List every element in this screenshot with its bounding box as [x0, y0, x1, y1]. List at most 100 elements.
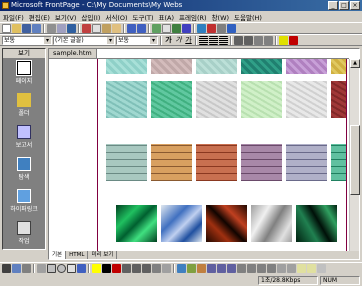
insert-table-icon[interactable] — [162, 23, 171, 33]
shadow-icon[interactable] — [152, 264, 161, 273]
view-reports[interactable]: 보고서 — [3, 125, 45, 149]
preview-icon[interactable] — [57, 23, 66, 33]
autoshapes-icon[interactable] — [37, 264, 46, 273]
menu-tools[interactable]: 도구(T) — [132, 12, 155, 22]
menu-file[interactable]: 파일(F) — [2, 12, 25, 22]
view-page[interactable]: 페이지 — [3, 60, 45, 85]
undo-icon[interactable] — [127, 23, 136, 33]
bold-icon[interactable]: 가 — [164, 36, 173, 45]
texture-tile[interactable] — [331, 59, 346, 74]
redo-icon[interactable] — [137, 23, 146, 33]
texture-tile[interactable] — [151, 144, 192, 181]
texture-tile[interactable] — [161, 205, 202, 242]
rotate-right-icon[interactable] — [247, 264, 256, 273]
texture-tile[interactable] — [206, 205, 247, 242]
rotate-icon[interactable] — [22, 264, 31, 273]
less-contrast-icon[interactable] — [287, 264, 296, 273]
picture-from-file-icon[interactable] — [177, 264, 186, 273]
texture-tile[interactable] — [106, 144, 147, 181]
print-icon[interactable] — [47, 23, 56, 33]
new-page-icon[interactable] — [2, 23, 11, 33]
texture-tile[interactable] — [151, 81, 192, 118]
auto-thumbnail-icon[interactable] — [197, 264, 206, 273]
vertical-scrollbar[interactable]: ▲ — [349, 59, 360, 255]
view-navigation[interactable]: 탐색 — [3, 157, 45, 181]
view-tasks[interactable]: 작업 — [3, 221, 45, 245]
textbox-tool-icon[interactable] — [67, 264, 76, 273]
texture-tile[interactable] — [106, 59, 147, 74]
texture-tile[interactable] — [116, 205, 157, 242]
close-button[interactable]: × — [350, 1, 360, 10]
position-absolutely-icon[interactable] — [207, 264, 216, 273]
tab-preview[interactable]: 미리 보기 — [88, 251, 118, 259]
publish-icon[interactable] — [32, 23, 41, 33]
page-editor[interactable] — [97, 59, 347, 255]
texture-tile[interactable] — [286, 144, 327, 181]
texture-tile[interactable] — [196, 59, 237, 74]
menu-table[interactable]: 표(A) — [158, 12, 176, 22]
cut-icon[interactable] — [82, 23, 91, 33]
insert-picture-icon[interactable] — [172, 23, 181, 33]
texture-tile[interactable] — [241, 81, 282, 118]
send-backward-icon[interactable] — [227, 264, 236, 273]
dash-style-icon[interactable] — [132, 264, 141, 273]
numbering-icon[interactable] — [234, 35, 243, 45]
clipart-icon[interactable] — [187, 264, 196, 273]
scroll-up-icon[interactable]: ▲ — [350, 59, 360, 68]
style-dropdown[interactable]: 보통 — [2, 35, 52, 45]
select-icon[interactable] — [12, 264, 21, 273]
menu-help[interactable]: 도움말(H) — [233, 12, 263, 22]
crop-icon[interactable] — [317, 264, 326, 273]
highlight-color-icon[interactable] — [279, 35, 288, 45]
fill-color-icon[interactable] — [92, 264, 101, 273]
texture-tile[interactable] — [196, 144, 237, 181]
texture-tile[interactable] — [106, 81, 147, 118]
stop-icon[interactable] — [207, 23, 216, 33]
texture-tile[interactable] — [241, 59, 282, 74]
font-color-icon[interactable] — [289, 35, 298, 45]
font-size-dropdown[interactable]: 보통 — [116, 35, 158, 45]
texture-tile[interactable] — [196, 81, 237, 118]
menu-window[interactable]: 창(W) — [211, 12, 230, 22]
3d-icon[interactable] — [162, 264, 171, 273]
open-icon[interactable] — [12, 23, 21, 33]
view-hyperlinks[interactable]: 하이퍼링크 — [3, 189, 45, 213]
underline-icon[interactable]: 가 — [184, 36, 193, 45]
texture-tile[interactable] — [286, 59, 327, 74]
oval-tool-icon[interactable] — [57, 264, 66, 273]
menu-view[interactable]: 보기(V) — [54, 12, 77, 22]
menu-format[interactable]: 서식(O) — [104, 12, 128, 22]
align-left-icon[interactable] — [199, 35, 208, 45]
decrease-indent-icon[interactable] — [254, 35, 263, 45]
refresh-icon[interactable] — [197, 23, 206, 33]
increase-indent-icon[interactable] — [264, 35, 273, 45]
flip-horizontal-icon[interactable] — [257, 264, 266, 273]
rotate-left-icon[interactable] — [237, 264, 246, 273]
texture-tile[interactable] — [151, 59, 192, 74]
scroll-thumb[interactable] — [350, 125, 360, 195]
texture-tile[interactable] — [296, 205, 337, 242]
minimize-button[interactable]: _ — [328, 1, 338, 10]
spelling-icon[interactable] — [67, 23, 76, 33]
bullets-icon[interactable] — [244, 35, 253, 45]
align-right-icon[interactable] — [219, 35, 228, 45]
italic-icon[interactable]: 가 — [174, 36, 183, 45]
insert-component-icon[interactable] — [152, 23, 161, 33]
frontpage-app-icon[interactable] — [2, 2, 9, 9]
draw-menu-icon[interactable] — [2, 264, 11, 273]
font-dropdown[interactable]: (기본 글꼴) — [53, 35, 115, 45]
rectangle-tool-icon[interactable] — [47, 264, 56, 273]
menu-insert[interactable]: 삽입(I) — [80, 12, 101, 22]
view-folders[interactable]: 폴더 — [3, 93, 45, 117]
line-color-icon[interactable] — [102, 264, 111, 273]
arrow-style-icon[interactable] — [142, 264, 151, 273]
more-brightness-icon[interactable] — [297, 264, 306, 273]
bring-forward-icon[interactable] — [217, 264, 226, 273]
document-tab[interactable]: sample.htm — [49, 49, 97, 58]
copy-icon[interactable] — [92, 23, 101, 33]
help-icon[interactable] — [227, 23, 236, 33]
tab-normal[interactable]: 기본 — [49, 251, 67, 259]
show-all-icon[interactable] — [217, 23, 226, 33]
menu-frames[interactable]: 프레임(R) — [178, 12, 208, 22]
texture-tile[interactable] — [241, 144, 282, 181]
